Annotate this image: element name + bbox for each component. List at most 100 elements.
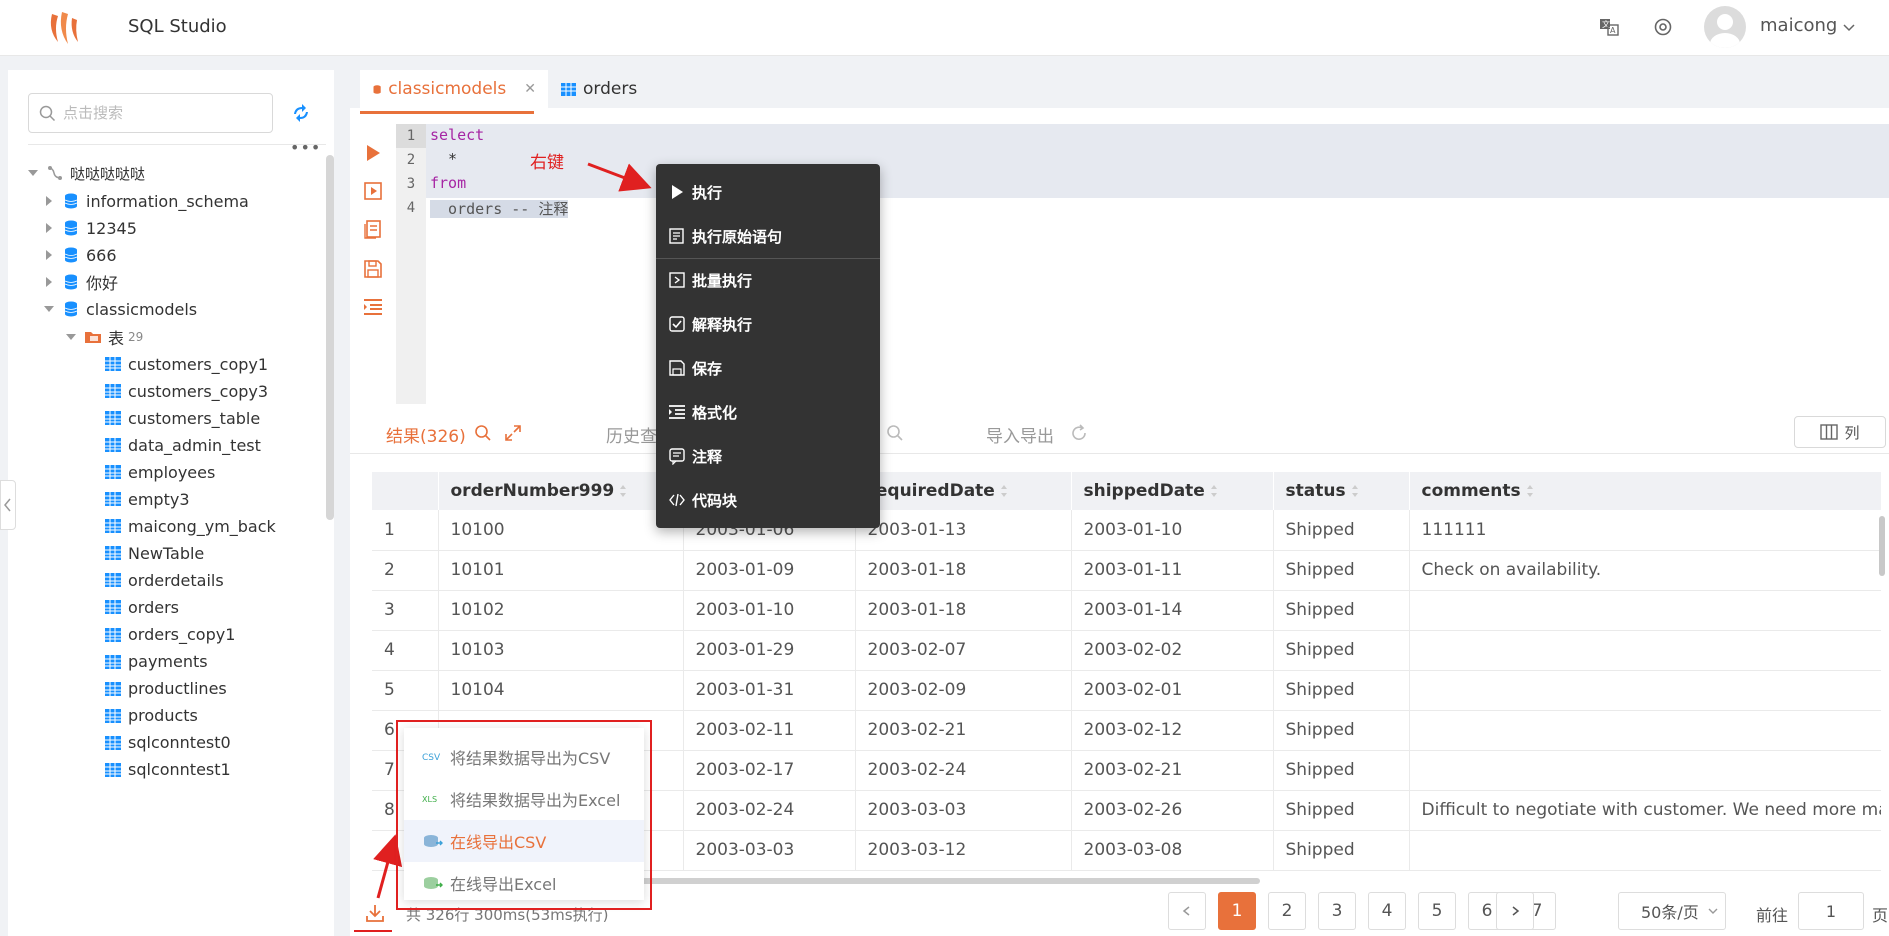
page-button[interactable]: 1 — [1218, 892, 1256, 930]
close-icon[interactable]: ✕ — [524, 81, 536, 97]
run-raw-icon[interactable] — [362, 180, 384, 202]
sidebar-scrollbar[interactable] — [326, 155, 334, 520]
save-icon[interactable] — [362, 258, 384, 280]
table-cell[interactable]: 2003-01-13 — [855, 510, 1072, 551]
table-cell[interactable]: Shipped — [1273, 670, 1410, 711]
table-cell[interactable]: Shipped — [1273, 550, 1410, 591]
refresh-icon[interactable] — [1070, 424, 1088, 442]
table-cell[interactable]: Difficult to negotiate with customer. We… — [1409, 790, 1881, 831]
table-cell[interactable]: Shipped — [1273, 630, 1410, 671]
column-header[interactable]: orderNumber999 — [438, 472, 684, 510]
page-button[interactable]: 4 — [1368, 892, 1406, 930]
sort-icon[interactable] — [1350, 484, 1360, 498]
context-menu-snippet[interactable]: 代码块 — [656, 480, 880, 520]
translate-icon[interactable]: 文 A — [1598, 16, 1620, 38]
table-cell[interactable]: 2003-02-17 — [683, 750, 856, 791]
tab-import-export[interactable]: 导入导出 — [986, 422, 1054, 447]
prev-page-button[interactable] — [1168, 892, 1206, 930]
table-row[interactable]: 1 10100 2003-01-06 2003-01-13 2003-01-10 Ship… — [372, 510, 1881, 551]
table-cell[interactable]: 2003-01-14 — [1071, 590, 1274, 631]
tree-table-item[interactable]: orders_copy1 — [104, 621, 235, 649]
tree-table-item[interactable]: customers_copy3 — [104, 377, 268, 405]
table-cell[interactable]: 2003-02-07 — [855, 630, 1072, 671]
user-avatar[interactable] — [1704, 6, 1746, 48]
table-cell[interactable]: 2003-03-12 — [855, 830, 1072, 871]
table-cell[interactable]: 2003-02-09 — [855, 670, 1072, 711]
tree-table-folder[interactable]: 表 29 — [64, 323, 143, 351]
table-cell[interactable]: 2003-02-24 — [855, 750, 1072, 791]
context-menu-run[interactable]: 执行 — [656, 172, 880, 212]
tree-table-item[interactable]: sqlconntest1 — [104, 756, 231, 784]
tree-table-item[interactable]: employees — [104, 458, 215, 486]
format-icon[interactable] — [362, 296, 384, 318]
table-cell[interactable]: 2003-01-09 — [683, 550, 856, 591]
table-cell[interactable]: 2003-02-26 — [1071, 790, 1274, 831]
table-row[interactable]: 5 10104 2003-01-31 2003-02-09 2003-02-01 Ship… — [372, 670, 1881, 711]
row-index-cell[interactable]: 3 — [372, 590, 439, 631]
table-cell[interactable]: 111111 — [1409, 510, 1881, 551]
next-page-button[interactable] — [1496, 892, 1534, 930]
sidebar-collapse-handle[interactable] — [0, 480, 16, 530]
search-icon[interactable] — [886, 424, 904, 442]
batch-run-icon[interactable] — [362, 218, 384, 240]
sort-icon[interactable] — [618, 484, 628, 498]
table-cell[interactable]: 10104 — [438, 670, 684, 711]
table-cell[interactable]: 2003-01-18 — [855, 550, 1072, 591]
tree-db-item[interactable]: 666 — [42, 241, 117, 269]
table-cell[interactable]: 2003-02-21 — [855, 710, 1072, 751]
tree-table-item[interactable]: productlines — [104, 675, 227, 703]
search-box[interactable] — [28, 93, 273, 133]
tree-db-item-expanded[interactable]: classicmodels — [42, 295, 197, 323]
columns-button[interactable]: 列 — [1794, 416, 1886, 448]
table-cell[interactable]: 2003-02-11 — [683, 710, 856, 751]
tree-table-item[interactable]: orders — [104, 593, 179, 621]
table-cell[interactable]: 10100 — [438, 510, 684, 551]
table-cell[interactable]: Shipped — [1273, 590, 1410, 631]
row-index-cell[interactable]: 5 — [372, 670, 439, 711]
tree-root[interactable]: 哒哒哒哒哒 — [26, 159, 145, 187]
sort-icon[interactable] — [1525, 484, 1535, 498]
table-cell[interactable] — [1409, 630, 1881, 671]
page-button[interactable]: 3 — [1318, 892, 1356, 930]
settings-icon[interactable] — [1652, 16, 1674, 38]
goto-page-input[interactable] — [1798, 892, 1864, 930]
table-cell[interactable]: 2003-02-01 — [1071, 670, 1274, 711]
table-cell[interactable]: 10102 — [438, 590, 684, 631]
expand-icon[interactable] — [504, 424, 522, 442]
tab-results[interactable]: 结果(326) — [386, 422, 466, 447]
table-cell[interactable]: 10103 — [438, 630, 684, 671]
page-size-select[interactable]: 50条/页 — [1618, 892, 1726, 930]
table-cell[interactable]: 2003-02-21 — [1071, 750, 1274, 791]
tab-orders[interactable]: orders — [548, 70, 668, 108]
table-vertical-scrollbar[interactable] — [1879, 516, 1885, 576]
sort-icon[interactable] — [1209, 484, 1219, 498]
column-header[interactable]: comments — [1409, 472, 1881, 510]
column-header[interactable]: status — [1273, 472, 1410, 510]
tree-table-item[interactable]: data_admin_test — [104, 431, 261, 459]
column-header[interactable]: shippedDate — [1071, 472, 1274, 510]
tab-classicmodels[interactable]: classicmodels ✕ — [360, 70, 548, 108]
table-cell[interactable] — [1409, 830, 1881, 871]
tree-db-item[interactable]: 你好 — [42, 268, 118, 296]
table-cell[interactable] — [1409, 710, 1881, 751]
tree-db-item[interactable]: information_schema — [42, 187, 249, 215]
context-menu-run-raw[interactable]: 执行原始语句 — [656, 216, 880, 256]
row-index-cell[interactable]: 2 — [372, 550, 439, 591]
tree-table-item[interactable]: maicong_ym_backup — [104, 512, 276, 540]
more-icon[interactable]: ••• — [290, 138, 321, 157]
table-cell[interactable] — [1409, 670, 1881, 711]
row-index-cell[interactable]: 4 — [372, 630, 439, 671]
context-menu-save[interactable]: 保存 — [656, 348, 880, 388]
search-input[interactable] — [63, 102, 263, 124]
page-button[interactable]: 2 — [1268, 892, 1306, 930]
tree-table-item[interactable]: customers_table — [104, 404, 260, 432]
tab-history[interactable]: 历史查 — [606, 422, 657, 447]
table-cell[interactable]: 2003-03-08 — [1071, 830, 1274, 871]
tree-table-item[interactable]: sqlconntest0 — [104, 729, 231, 757]
table-horizontal-scrollbar[interactable] — [640, 878, 1260, 884]
table-cell[interactable]: 2003-01-29 — [683, 630, 856, 671]
table-cell[interactable]: 2003-01-18 — [855, 590, 1072, 631]
tree-table-item[interactable]: empty3 — [104, 485, 190, 513]
tree-db-item[interactable]: 12345 — [42, 214, 137, 242]
column-header[interactable]: requiredDate — [855, 472, 1072, 510]
